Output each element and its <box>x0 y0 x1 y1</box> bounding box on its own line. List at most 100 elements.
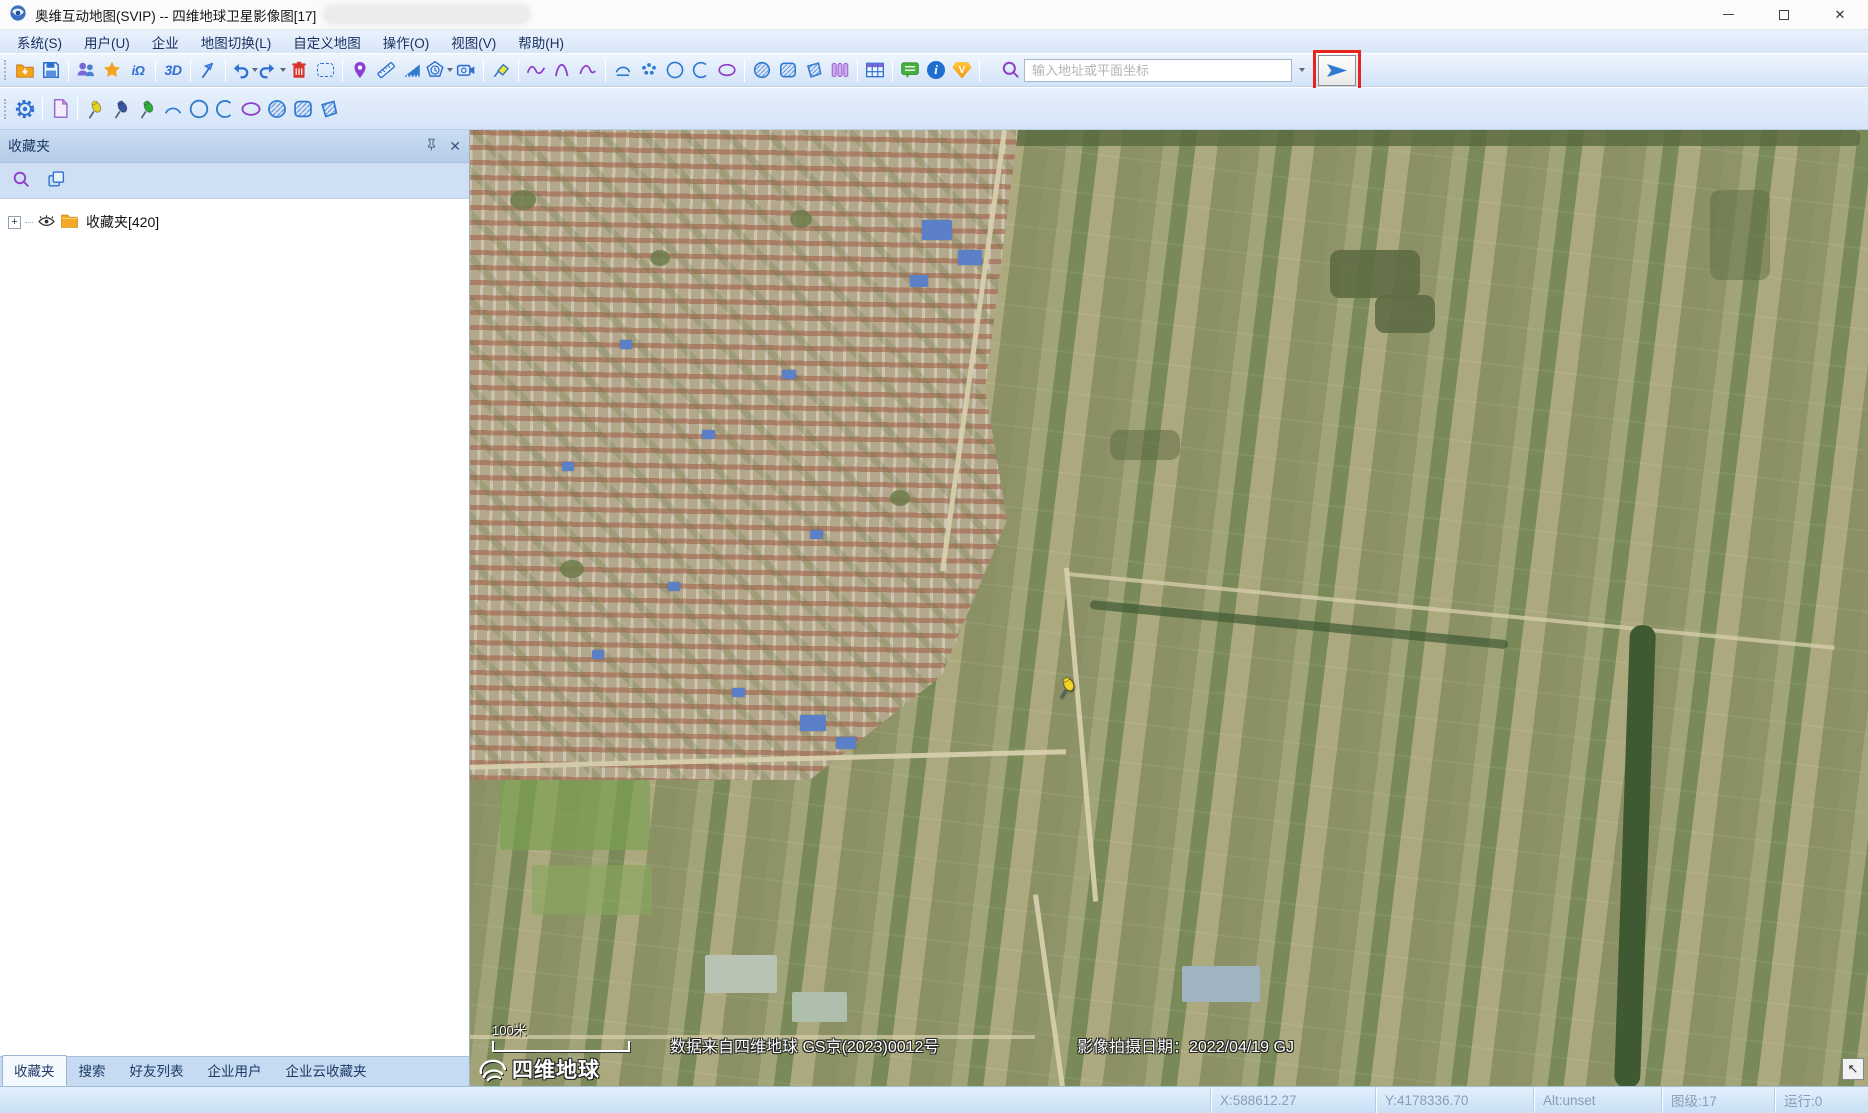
tree-root-row[interactable]: + 收藏夹[420] <box>8 211 461 233</box>
menu-user[interactable]: 用户(U) <box>73 30 141 54</box>
eye-icon[interactable] <box>37 211 56 233</box>
measure-ruler-button[interactable] <box>373 57 399 84</box>
placemark-button[interactable] <box>347 57 373 84</box>
main-toolbar: iΩ 3D i V <box>0 53 1868 87</box>
3d-view-button[interactable]: 3D <box>160 57 186 84</box>
menu-enterprise[interactable]: 企业 <box>141 30 190 54</box>
measure-ruler-icon <box>376 60 396 80</box>
svip-gem-icon: V <box>952 62 972 79</box>
tab-favorites[interactable]: 收藏夹 <box>2 1055 67 1086</box>
search-history-dropdown[interactable] <box>1292 59 1310 82</box>
draw-ellipse-button[interactable] <box>238 95 264 122</box>
redo-icon <box>258 60 278 80</box>
save-button[interactable] <box>38 57 64 84</box>
minimize-button[interactable] <box>1700 0 1756 29</box>
circle-button[interactable] <box>662 57 688 84</box>
drawing-toolbar <box>0 88 1868 130</box>
send-button[interactable] <box>1318 55 1356 86</box>
camera-button[interactable] <box>453 57 479 84</box>
draw-arc-button[interactable] <box>160 95 186 122</box>
toolbar-separator <box>857 59 858 82</box>
region-circle-button[interactable] <box>749 57 775 84</box>
dock-pin-button[interactable] <box>424 137 439 155</box>
region-rect-button[interactable] <box>775 57 801 84</box>
tab-friends-list[interactable]: 好友列表 <box>118 1055 196 1086</box>
menu-operate[interactable]: 操作(O) <box>372 30 441 54</box>
corner-arrow-icon: ↖ <box>1848 1061 1859 1077</box>
menu-view[interactable]: 视图(V) <box>440 30 507 54</box>
pushpin-yellow-button[interactable] <box>82 95 108 122</box>
friends-button[interactable] <box>73 57 99 84</box>
menu-system[interactable]: 系统(S) <box>6 30 73 54</box>
toolbar-grip[interactable] <box>4 99 7 119</box>
draw-open-arc-button[interactable] <box>212 95 238 122</box>
message-button[interactable] <box>897 57 923 84</box>
placemark-icon <box>350 60 370 80</box>
folder-import-icon <box>15 60 35 80</box>
points-button[interactable] <box>636 57 662 84</box>
toolbar-separator <box>605 59 606 82</box>
toolbar-separator <box>518 59 519 82</box>
import-button[interactable] <box>12 57 38 84</box>
toolbar-separator <box>42 97 43 120</box>
blue-roof <box>592 650 604 659</box>
close-button[interactable]: ✕ <box>1812 0 1868 29</box>
signpost-button[interactable] <box>488 57 514 84</box>
menu-map-switch[interactable]: 地图切换(L) <box>190 30 283 54</box>
goto-flag-button[interactable] <box>195 57 221 84</box>
measure-area-button[interactable] <box>399 57 425 84</box>
table-button[interactable] <box>862 57 888 84</box>
toolbar-separator <box>744 59 745 82</box>
bars-button[interactable] <box>827 57 853 84</box>
toolbar-grip[interactable] <box>4 60 7 80</box>
delete-button[interactable] <box>286 57 312 84</box>
fill-rect-button[interactable] <box>290 95 316 122</box>
menu-help[interactable]: 帮助(H) <box>507 30 575 54</box>
maximize-button[interactable] <box>1756 0 1812 29</box>
woods-patch <box>1710 190 1770 280</box>
arc-button[interactable] <box>688 57 714 84</box>
search-input[interactable] <box>1024 59 1292 82</box>
toolbar-separator <box>979 59 980 82</box>
curve-button[interactable] <box>575 57 601 84</box>
pushpin-blue-button[interactable] <box>108 95 134 122</box>
document-button[interactable] <box>47 95 73 122</box>
fill-polygon-button[interactable] <box>316 95 342 122</box>
panel-title: 收藏夹 <box>8 136 50 156</box>
expand-toggle[interactable]: + <box>8 216 21 229</box>
redo-button[interactable] <box>258 57 286 84</box>
favorites-panel-header: 收藏夹 ✕ <box>0 130 469 163</box>
tab-enterprise-users[interactable]: 企业用户 <box>196 1055 274 1086</box>
polyline-button[interactable] <box>523 57 549 84</box>
menu-custom-map[interactable]: 自定义地图 <box>282 30 372 54</box>
locate-friend-button[interactable]: iΩ <box>125 57 151 84</box>
ellipse-button[interactable] <box>714 57 740 84</box>
track-button[interactable] <box>425 57 453 84</box>
marquee-select-button[interactable] <box>312 57 338 84</box>
arc-chord-button[interactable] <box>610 57 636 84</box>
tree-root-label[interactable]: 收藏夹[420] <box>86 212 159 232</box>
scale-bar <box>492 1041 630 1052</box>
provider-logo-text: 四维地球 <box>512 1054 600 1084</box>
fill-circle-button[interactable] <box>264 95 290 122</box>
region-polygon-button[interactable] <box>801 57 827 84</box>
draw-circle-button[interactable] <box>186 95 212 122</box>
favorites-toolbar <box>0 163 469 199</box>
tab-search[interactable]: 搜索 <box>67 1055 118 1086</box>
favorites-button[interactable] <box>99 57 125 84</box>
goto-flag-icon <box>198 60 218 80</box>
corner-arrow-button[interactable]: ↖ <box>1842 1058 1864 1080</box>
map-viewport[interactable]: 100米 四维地球 数据来自四维地球 GS京(2023)0012号 影像拍摄日期… <box>470 130 1868 1086</box>
pushpin-green-button[interactable] <box>134 95 160 122</box>
panel-close-button[interactable]: ✕ <box>449 139 461 153</box>
favorites-copy-button[interactable] <box>47 170 66 192</box>
settings-button[interactable] <box>12 95 38 122</box>
favorites-search-button[interactable] <box>12 170 31 192</box>
tab-enterprise-cloud[interactable]: 企业云收藏夹 <box>274 1055 379 1086</box>
map-placemark-pin[interactable] <box>1054 674 1080 703</box>
info-button[interactable]: i <box>923 57 949 84</box>
undo-button[interactable] <box>230 57 258 84</box>
search-button[interactable] <box>998 57 1024 84</box>
svip-button[interactable]: V <box>949 57 975 84</box>
arch-line-button[interactable] <box>549 57 575 84</box>
